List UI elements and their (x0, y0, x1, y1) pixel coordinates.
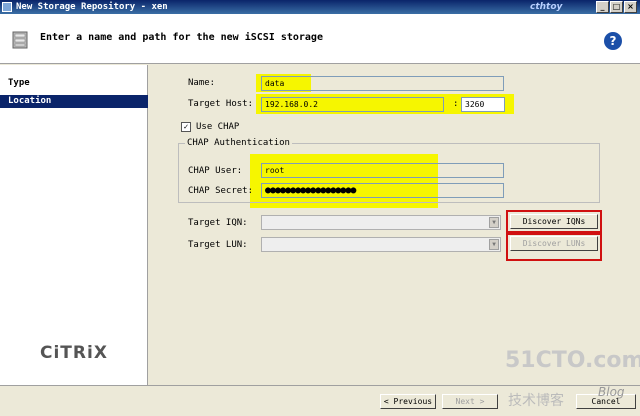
wizard-header: Enter a name and path for the new iSCSI … (0, 14, 640, 64)
target-iqn-label: Target IQN: (188, 218, 248, 228)
name-label: Name: (188, 78, 216, 88)
chevron-down-icon: ▼ (489, 217, 499, 228)
minimize-button[interactable]: _ (596, 1, 609, 13)
use-chap-checkbox[interactable]: ✓ (181, 122, 191, 132)
page-title: Enter a name and path for the new iSCSI … (40, 32, 323, 43)
storage-repository-window: New Storage Repository - xen cthtoy _ □ … (0, 0, 640, 416)
chap-secret-label: CHAP Secret: (188, 186, 254, 196)
chap-user-input[interactable]: root (261, 163, 504, 178)
target-lun-select[interactable]: ▼ (261, 237, 501, 252)
target-iqn-select[interactable]: ▼ (261, 215, 501, 230)
watermark-blog: Blog (598, 385, 625, 399)
nav-item-type[interactable]: Type (0, 77, 148, 90)
close-button[interactable]: × (624, 1, 637, 13)
maximize-button[interactable]: □ (610, 1, 623, 13)
nav-item-location[interactable]: Location (0, 95, 148, 108)
watermark-cn: 技术博客 (508, 393, 564, 409)
chap-user-label: CHAP User: (188, 166, 243, 176)
watermark-top: cthtoy (530, 2, 563, 12)
name-input[interactable]: data (261, 76, 504, 91)
port-separator: : (453, 99, 459, 109)
use-chap-label: Use CHAP (196, 122, 240, 132)
title-bar[interactable]: New Storage Repository - xen cthtoy _ □ … (0, 0, 640, 14)
help-icon[interactable]: ? (604, 32, 622, 50)
redbox-discover-iqns (506, 210, 602, 233)
target-host-input[interactable]: 192.168.0.2 (261, 97, 444, 112)
target-host-label: Target Host: (188, 99, 254, 109)
target-lun-label: Target LUN: (188, 240, 248, 250)
previous-button[interactable]: < Previous (380, 394, 436, 409)
redbox-discover-luns (506, 233, 602, 261)
chap-secret-input[interactable]: ●●●●●●●●●●●●●●●●●● (261, 183, 504, 198)
citrix-logo: CiTRiX (40, 343, 108, 363)
app-icon (2, 2, 12, 12)
next-button[interactable]: Next > (442, 394, 498, 409)
storage-icon (12, 31, 28, 49)
window-title: New Storage Repository - xen (16, 2, 168, 12)
chevron-down-icon: ▼ (489, 239, 499, 250)
port-input[interactable]: 3260 (461, 97, 505, 112)
wizard-nav: Type Location CiTRiX (0, 65, 148, 385)
watermark-51cto: 51CTO.com (505, 348, 640, 373)
chap-auth-title: CHAP Authentication (185, 138, 292, 148)
